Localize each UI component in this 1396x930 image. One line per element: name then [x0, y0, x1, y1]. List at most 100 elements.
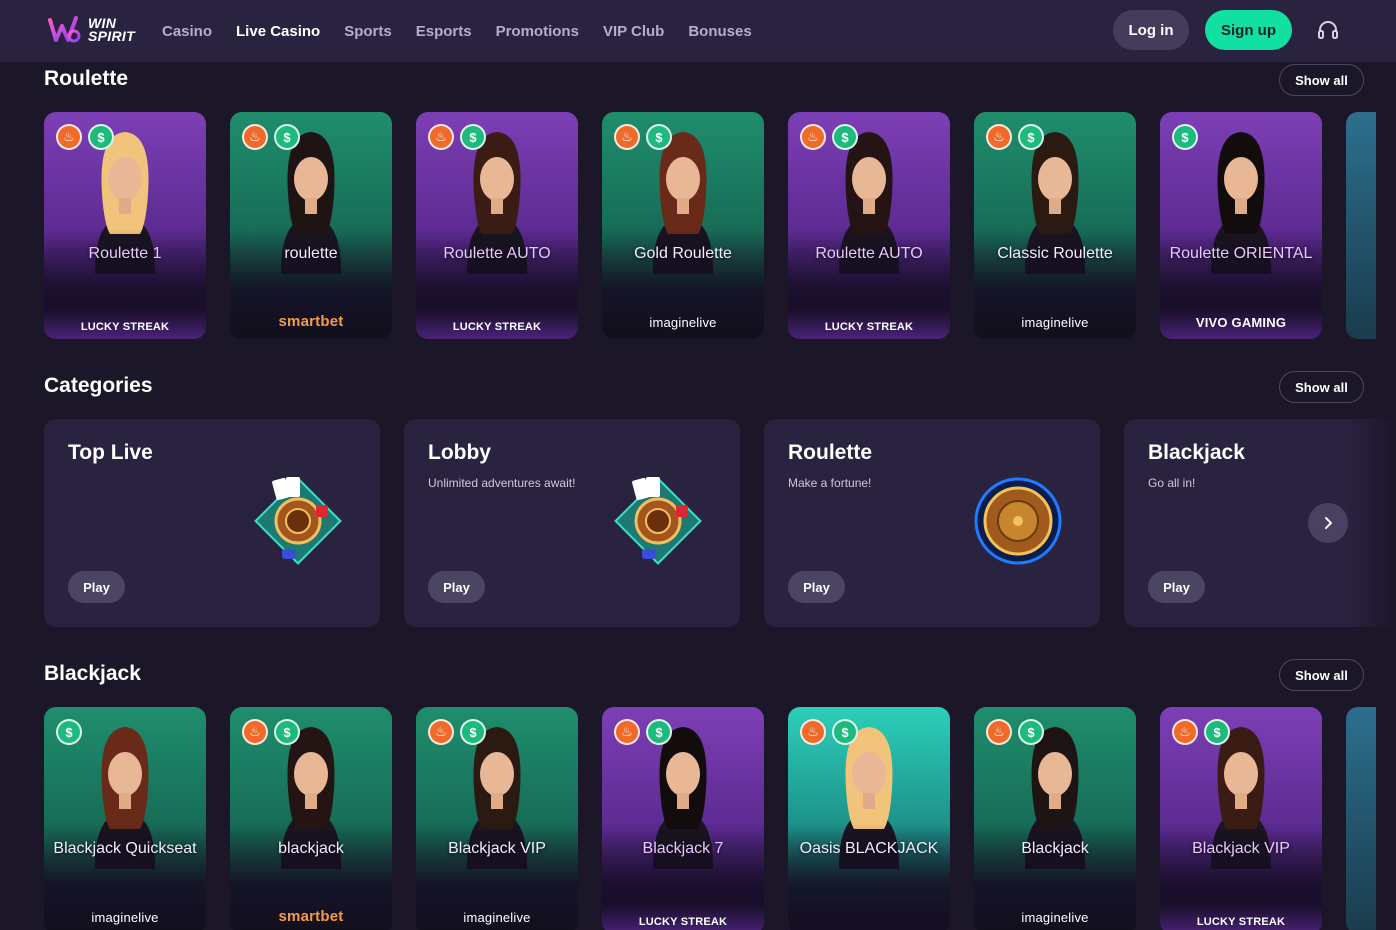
category-play-button[interactable]: Play	[1148, 571, 1205, 603]
game-card[interactable]: ♨ $ Blackjack VIP LUCKY STREAK	[1160, 707, 1322, 930]
game-card[interactable]: ♨ $ Blackjack VIP imaginelive	[416, 707, 578, 930]
game-card[interactable]: ♨ $ blackjack smartbet	[230, 707, 392, 930]
game-name: Classic Roulette	[997, 245, 1113, 262]
game-card[interactable]: $ Blackjack Quickseat imaginelive	[44, 707, 206, 930]
dollar-icon: $	[832, 719, 858, 745]
category-title: Roulette	[788, 441, 872, 464]
game-name: Roulette ORIENTAL	[1169, 245, 1313, 262]
blackjack-section-title: Blackjack	[44, 662, 141, 685]
game-card[interactable]: ♨ $ Gold Roulette imaginelive	[602, 112, 764, 339]
category-play-button[interactable]: Play	[788, 571, 845, 603]
game-name: Blackjack 7	[642, 840, 724, 857]
game-name: Blackjack	[1021, 840, 1089, 857]
logo-text: WIN SPIRIT	[88, 16, 135, 44]
game-badges: ♨ $	[800, 719, 858, 745]
game-card-peek[interactable]	[1346, 112, 1376, 339]
logo-icon	[48, 16, 81, 43]
dollar-icon: $	[1172, 124, 1198, 150]
dollar-icon: $	[832, 124, 858, 150]
dollar-icon: $	[274, 124, 300, 150]
roulette-section-title: Roulette	[44, 67, 128, 90]
nav-live-casino[interactable]: Live Casino	[236, 23, 320, 40]
game-name: Blackjack VIP	[1192, 840, 1290, 857]
headset-support-icon[interactable]	[1316, 18, 1340, 42]
game-badges: ♨ $	[800, 124, 858, 150]
nav-esports[interactable]: Esports	[416, 23, 472, 40]
category-card-lobby[interactable]: Lobby Unlimited adventures await! Play	[404, 419, 740, 627]
game-provider: smartbet	[278, 908, 344, 925]
blackjack-show-all-button[interactable]: Show all	[1279, 659, 1364, 691]
fire-icon: ♨	[428, 124, 454, 150]
game-badges: $	[1172, 124, 1198, 150]
game-card[interactable]: ♨ $ Oasis BLACKJACK	[788, 707, 950, 930]
game-provider: LUCKY STREAK	[452, 321, 542, 333]
signup-button[interactable]: Sign up	[1205, 10, 1292, 50]
dollar-icon: $	[1018, 124, 1044, 150]
game-name: roulette	[284, 245, 338, 262]
fire-icon: ♨	[56, 124, 82, 150]
nav-sports[interactable]: Sports	[344, 23, 392, 40]
game-name: blackjack	[278, 840, 344, 857]
carousel-next-button[interactable]	[1308, 503, 1348, 543]
nav-vip-club[interactable]: VIP Club	[603, 23, 664, 40]
nav-bonuses[interactable]: Bonuses	[688, 23, 751, 40]
game-name: Roulette AUTO	[815, 245, 923, 262]
fire-icon: ♨	[242, 719, 268, 745]
game-badges: ♨ $	[428, 719, 486, 745]
game-card[interactable]: ♨ $ roulette smartbet	[230, 112, 392, 339]
nav-promotions[interactable]: Promotions	[496, 23, 579, 40]
roulette-show-all-button[interactable]: Show all	[1279, 64, 1364, 96]
fire-icon: ♨	[1172, 719, 1198, 745]
fire-icon: ♨	[428, 719, 454, 745]
game-name: Blackjack Quickseat	[53, 840, 197, 857]
category-title: Lobby	[428, 441, 491, 464]
game-provider: LUCKY STREAK	[824, 321, 914, 333]
game-card-peek[interactable]	[1346, 707, 1376, 930]
game-card[interactable]: ♨ $ Roulette AUTO LUCKY STREAK	[788, 112, 950, 339]
game-badges: ♨ $	[986, 124, 1044, 150]
game-badges: ♨ $	[242, 124, 300, 150]
game-provider: imaginelive	[91, 910, 159, 925]
fire-icon: ♨	[614, 719, 640, 745]
game-provider: smartbet	[278, 313, 344, 330]
game-provider: LUCKY STREAK	[1196, 916, 1286, 928]
roulette-games-row: ♨ $ Roulette 1 LUCKY STREAK ♨ $ roulette smart…	[44, 112, 1396, 339]
main-nav: Casino Live Casino Sports Esports Promot…	[162, 0, 776, 62]
dollar-icon: $	[460, 124, 486, 150]
brand-logo[interactable]: WIN SPIRIT	[46, 11, 142, 49]
game-card[interactable]: ♨ $ Roulette 1 LUCKY STREAK	[44, 112, 206, 339]
category-play-button[interactable]: Play	[428, 571, 485, 603]
game-badges: ♨ $	[56, 124, 114, 150]
game-card[interactable]: $ Roulette ORIENTAL VIVO GAMING	[1160, 112, 1322, 339]
nav-casino[interactable]: Casino	[162, 23, 212, 40]
game-card[interactable]: ♨ $ Roulette AUTO LUCKY STREAK	[416, 112, 578, 339]
categories-show-all-button[interactable]: Show all	[1279, 371, 1364, 403]
carousel-fade	[1346, 419, 1396, 627]
game-provider: imaginelive	[1021, 315, 1089, 330]
game-name: Gold Roulette	[634, 245, 732, 262]
game-card[interactable]: ♨ $ Blackjack 7 LUCKY STREAK	[602, 707, 764, 930]
game-name: Blackjack VIP	[448, 840, 546, 857]
game-provider: imaginelive	[1021, 910, 1089, 925]
roulette-wheel-icon	[974, 477, 1062, 565]
dollar-icon: $	[274, 719, 300, 745]
logo-line-2: SPIRIT	[88, 28, 135, 44]
category-play-button[interactable]: Play	[68, 571, 125, 603]
chevron-right-icon	[1325, 517, 1333, 529]
game-card[interactable]: ♨ $ Classic Roulette imaginelive	[974, 112, 1136, 339]
game-badges: ♨ $	[614, 124, 672, 150]
fire-icon: ♨	[800, 124, 826, 150]
roulette-cards-dice-icon	[254, 477, 342, 565]
category-card-roulette[interactable]: Roulette Make a fortune! Play	[764, 419, 1100, 627]
game-badges: ♨ $	[242, 719, 300, 745]
category-title: Blackjack	[1148, 441, 1245, 464]
game-card[interactable]: ♨ $ Blackjack imaginelive	[974, 707, 1136, 930]
dollar-icon: $	[1018, 719, 1044, 745]
fire-icon: ♨	[986, 124, 1012, 150]
roulette-cards-dice-icon	[614, 477, 702, 565]
game-badges: $	[56, 719, 82, 745]
login-button[interactable]: Log in	[1113, 10, 1189, 50]
game-provider: LUCKY STREAK	[638, 916, 728, 928]
top-header: WIN SPIRIT Casino Live Casino Sports Esp…	[0, 0, 1396, 62]
category-card-top-live[interactable]: Top Live Play	[44, 419, 380, 627]
